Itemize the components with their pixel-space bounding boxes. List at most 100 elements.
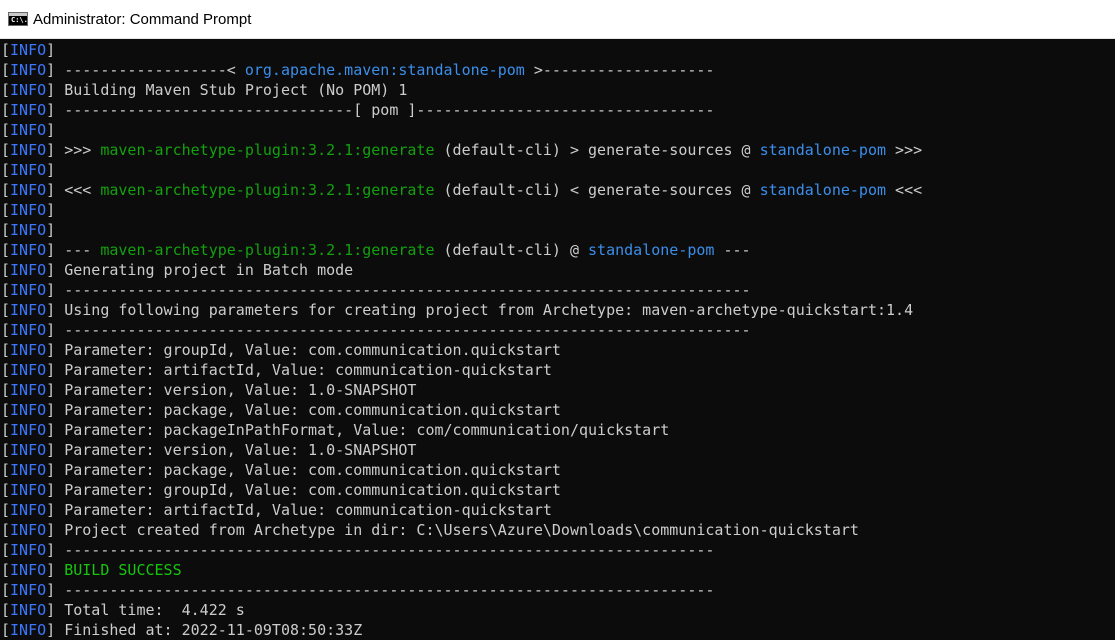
console-text: [ [1, 621, 11, 639]
console-text: ] Parameter: package, Value: com.communi… [46, 401, 561, 419]
console-text: ] [46, 221, 56, 239]
console-line: [INFO] ---------------------------------… [0, 320, 1115, 340]
console-text: [ [1, 521, 11, 539]
console-text: [ [1, 441, 11, 459]
console-line: [INFO] <<< maven-archetype-plugin:3.2.1:… [0, 180, 1115, 200]
console-line: [INFO] Parameter: package, Value: com.co… [0, 460, 1115, 480]
log-level-tag: INFO [10, 361, 47, 379]
console-text: [ [1, 601, 11, 619]
command-prompt-window: C:\. Administrator: Command Prompt [INFO… [0, 0, 1115, 640]
project-name-text: standalone-pom [759, 181, 887, 199]
console-text: [ [1, 501, 11, 519]
log-level-tag: INFO [10, 501, 47, 519]
console-text: ] [46, 121, 56, 139]
console-line: [INFO] Generating project in Batch mode [0, 260, 1115, 280]
log-level-tag: INFO [10, 101, 47, 119]
console-text: ] Project created from Archetype in dir:… [46, 521, 859, 539]
project-name-text: org.apache.maven:standalone-pom [244, 61, 525, 79]
console-text: [ [1, 81, 11, 99]
console-text: [ [1, 241, 11, 259]
console-line: [INFO] Parameter: artifactId, Value: com… [0, 500, 1115, 520]
log-level-tag: INFO [10, 381, 47, 399]
console-text: ] --------------------------------------… [46, 281, 751, 299]
log-level-tag: INFO [10, 421, 47, 439]
console-line: [INFO] ------------------< org.apache.ma… [0, 60, 1115, 80]
log-level-tag: INFO [10, 441, 47, 459]
console-text: [ [1, 121, 11, 139]
window-title: Administrator: Command Prompt [33, 10, 252, 28]
console-text: ] Finished at: 2022-11-09T08:50:33Z [46, 621, 363, 639]
project-name-text: standalone-pom [588, 241, 715, 259]
console-text: ] [46, 161, 56, 179]
log-level-tag: INFO [10, 401, 47, 419]
log-level-tag: INFO [10, 81, 47, 99]
build-status-text: BUILD SUCCESS [64, 561, 182, 579]
console-text: (default-cli) @ [434, 241, 589, 259]
console-text: [ [1, 361, 11, 379]
console-output[interactable]: [INFO] [INFO] ------------------< org.apa… [0, 39, 1115, 640]
log-level-tag: INFO [10, 261, 47, 279]
console-text: ] --------------------------------------… [46, 581, 715, 599]
log-level-tag: INFO [10, 481, 47, 499]
log-level-tag: INFO [10, 41, 47, 59]
console-text: [ [1, 401, 11, 419]
log-level-tag: INFO [10, 161, 47, 179]
log-level-tag: INFO [10, 141, 47, 159]
console-text: ] >>> [46, 141, 101, 159]
console-line: [INFO] ---------------------------------… [0, 540, 1115, 560]
console-line: [INFO] Total time: 4.422 s [0, 600, 1115, 620]
console-text: ] Parameter: version, Value: 1.0-SNAPSHO… [46, 381, 417, 399]
console-line: [INFO] [0, 200, 1115, 220]
console-text: ] Using following parameters for creatin… [46, 301, 914, 319]
console-text: [ [1, 481, 11, 499]
console-text: ] [46, 561, 65, 579]
console-text: ] --------------------------------------… [46, 321, 751, 339]
log-level-tag: INFO [10, 61, 47, 79]
cmd-icon[interactable]: C:\. [8, 12, 28, 26]
log-level-tag: INFO [10, 241, 47, 259]
console-text: [ [1, 61, 11, 79]
console-text: [ [1, 381, 11, 399]
console-text: [ [1, 541, 11, 559]
console-text: [ [1, 341, 11, 359]
console-text: ] Parameter: packageInPathFormat, Value:… [46, 421, 670, 439]
log-level-tag: INFO [10, 521, 47, 539]
console-text: [ [1, 221, 11, 239]
console-text: >------------------- [524, 61, 715, 79]
project-name-text: standalone-pom [759, 141, 887, 159]
plugin-goal-text: maven-archetype-plugin:3.2.1:generate [100, 181, 435, 199]
console-text: ] [46, 41, 56, 59]
console-text: [ [1, 41, 11, 59]
console-text: [ [1, 101, 11, 119]
console-text: ] Parameter: package, Value: com.communi… [46, 461, 561, 479]
log-level-tag: INFO [10, 281, 47, 299]
console-line: [INFO] ---------------------------------… [0, 280, 1115, 300]
console-text: ] --------------------------------[ pom … [46, 101, 715, 119]
console-line: [INFO] --------------------------------[… [0, 100, 1115, 120]
console-text: ] Parameter: artifactId, Value: communic… [46, 361, 552, 379]
console-text: <<< [886, 181, 923, 199]
log-level-tag: INFO [10, 121, 47, 139]
title-bar[interactable]: C:\. Administrator: Command Prompt [0, 0, 1115, 39]
console-line: [INFO] Finished at: 2022-11-09T08:50:33Z [0, 620, 1115, 640]
log-level-tag: INFO [10, 541, 47, 559]
log-level-tag: INFO [10, 341, 47, 359]
console-line: [INFO] Project created from Archetype in… [0, 520, 1115, 540]
console-text: [ [1, 321, 11, 339]
console-text: >>> [886, 141, 923, 159]
console-text: [ [1, 201, 11, 219]
console-line: [INFO] [0, 220, 1115, 240]
console-line: [INFO] >>> maven-archetype-plugin:3.2.1:… [0, 140, 1115, 160]
console-text: [ [1, 161, 11, 179]
log-level-tag: INFO [10, 201, 47, 219]
console-line: [INFO] [0, 120, 1115, 140]
log-level-tag: INFO [10, 461, 47, 479]
console-text: (default-cli) < generate-sources @ [434, 181, 760, 199]
console-text: ] --------------------------------------… [46, 541, 715, 559]
console-line: [INFO] Parameter: version, Value: 1.0-SN… [0, 440, 1115, 460]
console-text: ] [46, 201, 56, 219]
console-text: ] Parameter: version, Value: 1.0-SNAPSHO… [46, 441, 417, 459]
console-line: [INFO] ---------------------------------… [0, 580, 1115, 600]
console-line: [INFO] Parameter: groupId, Value: com.co… [0, 340, 1115, 360]
console-text: [ [1, 141, 11, 159]
